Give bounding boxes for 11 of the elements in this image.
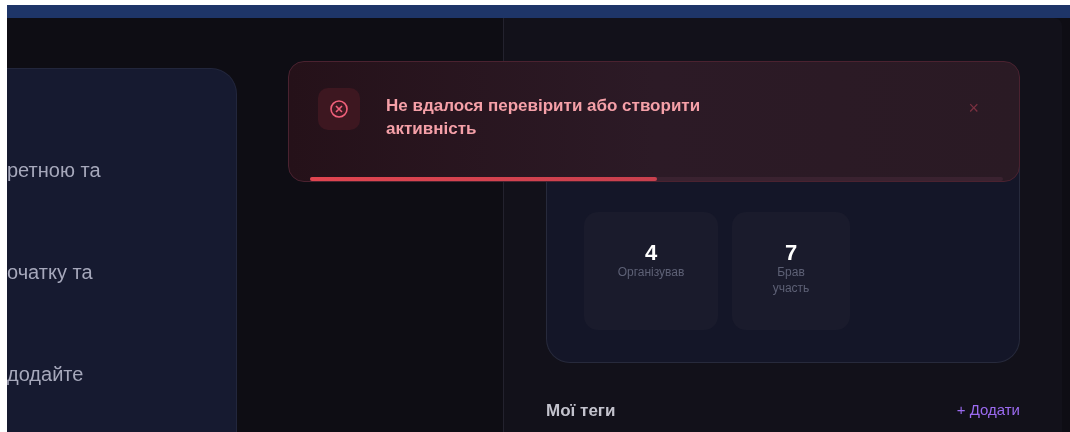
- stat-label: Організував: [617, 264, 685, 280]
- add-link[interactable]: + Додати: [956, 401, 1020, 421]
- info-text: ретною та: [7, 159, 102, 181]
- stat-value: 4: [644, 242, 658, 264]
- info-text: очатку та: [7, 261, 94, 283]
- section-title: Мої теги: [546, 401, 616, 421]
- error-message: Не вдалося перевірити або створити активність: [386, 95, 702, 140]
- stat-value: 7: [784, 242, 798, 264]
- error-icon: [329, 99, 349, 119]
- stat-label: Брав участь: [771, 264, 811, 296]
- info-text: додайте: [7, 363, 85, 385]
